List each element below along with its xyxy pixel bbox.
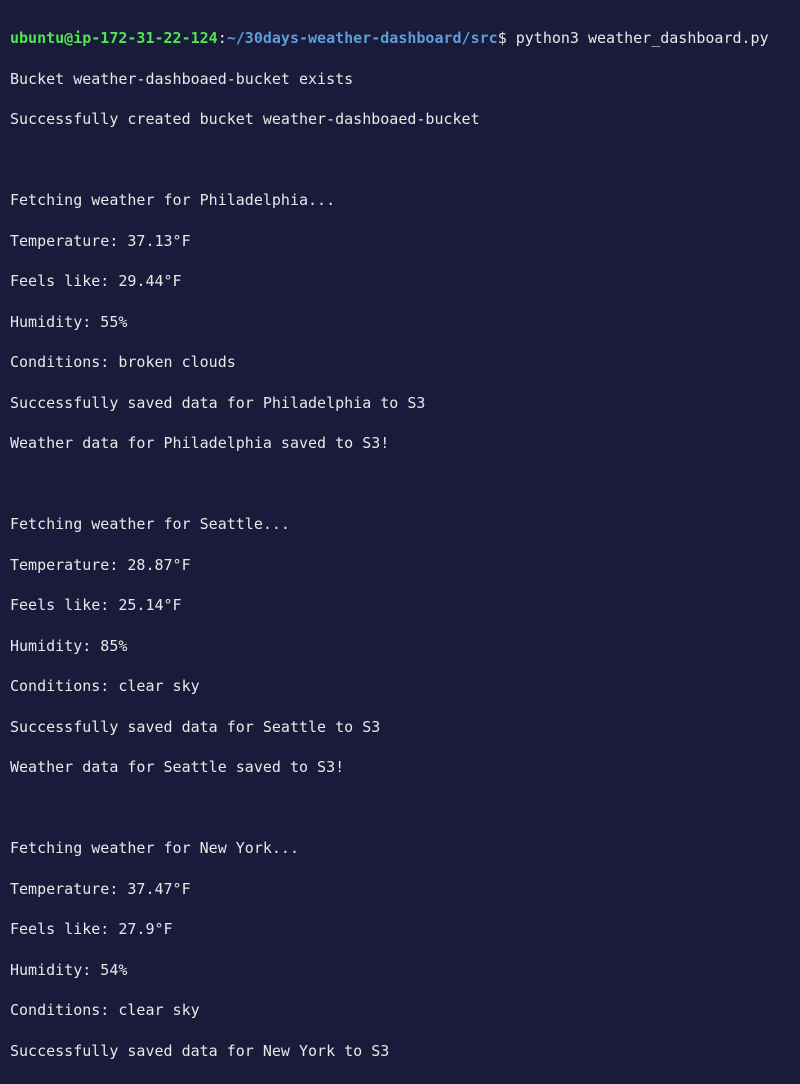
- city-1-humidity: Humidity: 85%: [10, 636, 790, 656]
- city-2-feels-like: Feels like: 27.9°F: [10, 919, 790, 939]
- city-1-saved-s3: Successfully saved data for Seattle to S…: [10, 717, 790, 737]
- output-bucket-created: Successfully created bucket weather-dash…: [10, 109, 790, 129]
- city-2-saved-s3: Successfully saved data for New York to …: [10, 1041, 790, 1061]
- prompt-path: ~/30days-weather-dashboard/src: [227, 29, 498, 47]
- city-0-feels-like: Feels like: 29.44°F: [10, 271, 790, 291]
- city-1-saved-msg: Weather data for Seattle saved to S3!: [10, 757, 790, 777]
- prompt-dollar: $: [498, 29, 507, 47]
- blank-line: [10, 150, 790, 170]
- city-2-fetching: Fetching weather for New York...: [10, 838, 790, 858]
- city-1-conditions: Conditions: clear sky: [10, 676, 790, 696]
- terminal-output[interactable]: ubuntu@ip-172-31-22-124:~/30days-weather…: [10, 8, 790, 1084]
- city-1-temperature: Temperature: 28.87°F: [10, 555, 790, 575]
- output-bucket-exists: Bucket weather-dashboaed-bucket exists: [10, 69, 790, 89]
- city-0-temperature: Temperature: 37.13°F: [10, 231, 790, 251]
- city-0-humidity: Humidity: 55%: [10, 312, 790, 332]
- city-2-humidity: Humidity: 54%: [10, 960, 790, 980]
- blank-line: [10, 474, 790, 494]
- city-2-conditions: Conditions: clear sky: [10, 1000, 790, 1020]
- city-0-saved-s3: Successfully saved data for Philadelphia…: [10, 393, 790, 413]
- city-2-saved-msg: Weather data for New York saved to S3!: [10, 1081, 790, 1084]
- city-2-temperature: Temperature: 37.47°F: [10, 879, 790, 899]
- city-0-fetching: Fetching weather for Philadelphia...: [10, 190, 790, 210]
- prompt-line-1: ubuntu@ip-172-31-22-124:~/30days-weather…: [10, 28, 790, 48]
- city-0-conditions: Conditions: broken clouds: [10, 352, 790, 372]
- city-0-saved-msg: Weather data for Philadelphia saved to S…: [10, 433, 790, 453]
- blank-line: [10, 798, 790, 818]
- prompt-user-host: ubuntu@ip-172-31-22-124: [10, 29, 218, 47]
- command-text: python3 weather_dashboard.py: [516, 29, 769, 47]
- city-1-feels-like: Feels like: 25.14°F: [10, 595, 790, 615]
- prompt-colon: :: [218, 29, 227, 47]
- city-1-fetching: Fetching weather for Seattle...: [10, 514, 790, 534]
